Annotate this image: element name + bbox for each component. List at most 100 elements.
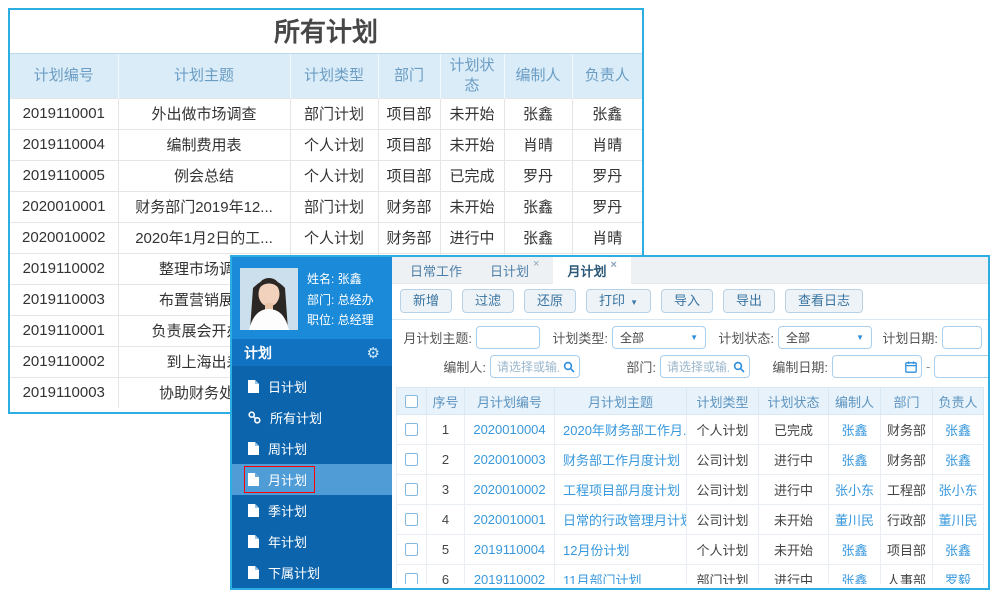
sidebar-item-all-plans[interactable]: 所有计划 [232, 402, 392, 433]
sidebar-item-daily-plan[interactable]: 日计划 [232, 371, 392, 402]
cell-owner[interactable]: 张小东 [932, 474, 984, 505]
cell-plan-status: 未开始 [439, 97, 504, 129]
tab-daily-plan[interactable]: 日计划 × [476, 257, 553, 283]
table-row[interactable]: 4 2020010001 日常的行政管理月计划 公司计划 未开始 董川民 行政部… [396, 504, 984, 535]
cell-monthly-plan-id[interactable]: 2020010003 [464, 444, 555, 475]
cell-plan-status: 已完成 [439, 159, 504, 191]
plan-date-input[interactable] [942, 326, 982, 349]
row-checkbox[interactable] [405, 423, 418, 436]
cell-monthly-plan-subject[interactable]: 11月部门计划 [554, 564, 687, 584]
row-checkbox[interactable] [405, 483, 418, 496]
sidebar-item-weekly-plan[interactable]: 周计划 [232, 433, 392, 464]
cell-monthly-plan-id[interactable]: 2019110004 [464, 534, 555, 565]
table-row[interactable]: 2019110005 例会总结 个人计划 项目部 已完成 罗丹 罗丹 [10, 159, 642, 191]
cell-owner: 肖晴 [571, 221, 642, 253]
cell-dept: 工程部 [880, 474, 933, 505]
cell-plan-status: 未开始 [439, 190, 504, 222]
col-monthly-plan-id: 月计划编号 [464, 387, 555, 415]
file-icon [248, 504, 259, 517]
cell-creator[interactable]: 张鑫 [828, 564, 881, 584]
plan-type-select[interactable]: 全部 ▼ [612, 326, 706, 349]
table-row[interactable]: 2019110001 外出做市场调查 部门计划 项目部 未开始 张鑫 张鑫 [10, 97, 642, 129]
cell-creator[interactable]: 张小东 [828, 474, 881, 505]
subject-filter-label: 月计划主题: [403, 331, 472, 346]
cell-monthly-plan-subject[interactable]: 财务部工作月度计划 [554, 444, 687, 475]
row-checkbox[interactable] [405, 543, 418, 556]
sidebar-item-quarterly-plan[interactable]: 季计划 [232, 495, 392, 526]
cell-monthly-plan-subject[interactable]: 工程项目部月度计划 [554, 474, 687, 505]
row-checkbox[interactable] [405, 513, 418, 526]
tab-daily-work[interactable]: 日常工作 [396, 257, 476, 283]
table-row[interactable]: 2 2020010003 财务部工作月度计划 公司计划 进行中 张鑫 财务部 张… [396, 444, 984, 475]
table-row[interactable]: 2020010001 财务部门2019年12... 部门计划 财务部 未开始 张… [10, 190, 642, 222]
cell-plan-status: 进行中 [758, 564, 829, 584]
cell-owner[interactable]: 董川民 [932, 504, 984, 535]
close-icon[interactable]: × [610, 259, 616, 271]
search-icon [733, 361, 745, 373]
cell-monthly-plan-id[interactable]: 2020010004 [464, 414, 555, 445]
cell-plan-subject: 2020年1月2日的工... [117, 221, 290, 253]
sidebar-item-yearly-plan[interactable]: 年计划 [232, 526, 392, 557]
sidebar-item-subordinate-plan[interactable]: 下属计划 [232, 557, 392, 588]
cell-plan-type: 公司计划 [686, 444, 759, 475]
cell-creator[interactable]: 张鑫 [828, 444, 881, 475]
file-icon [248, 380, 259, 393]
add-button[interactable]: 新增 [400, 289, 453, 313]
cell-owner: 罗丹 [571, 159, 642, 191]
cell-monthly-plan-id[interactable]: 2020010001 [464, 504, 555, 535]
export-button[interactable]: 导出 [723, 289, 776, 313]
view-log-button[interactable]: 查看日志 [785, 289, 864, 313]
cell-plan-status: 进行中 [758, 474, 829, 505]
table-row[interactable]: 6 2019110002 11月部门计划 部门计划 进行中 张鑫 人事部 罗毅 [396, 564, 984, 584]
table-row[interactable]: 2020010002 2020年1月2日的工... 个人计划 财务部 进行中 张… [10, 221, 642, 253]
cell-monthly-plan-subject[interactable]: 12月份计划 [554, 534, 687, 565]
sidebar-menu: 日计划 所有计划 周计划 月计划 季计划 年计划 下属计划 [232, 366, 392, 588]
print-button[interactable]: 打印 ▼ [586, 289, 651, 313]
cell-creator[interactable]: 董川民 [828, 504, 881, 535]
cell-owner[interactable]: 张鑫 [932, 444, 984, 475]
monthly-plan-table-wrap: 序号 月计划编号 月计划主题 计划类型 计划状态 编制人 部门 负责人 1 20… [396, 387, 984, 584]
sidebar-item-monthly-plan[interactable]: 月计划 [232, 464, 392, 495]
creator-filter-label: 编制人: [443, 360, 486, 375]
tab-monthly-plan[interactable]: 月计划 × [553, 257, 631, 284]
import-button[interactable]: 导入 [660, 289, 713, 313]
cell-plan-subject: 例会总结 [117, 159, 290, 191]
cell-owner[interactable]: 罗毅 [932, 564, 984, 584]
cell-num: 5 [426, 534, 465, 565]
table-row[interactable]: 1 2020010004 2020年财务部工作月... 个人计划 已完成 张鑫 … [396, 414, 984, 445]
row-checkbox[interactable] [405, 453, 418, 466]
cell-owner[interactable]: 张鑫 [932, 414, 984, 445]
cell-monthly-plan-id[interactable]: 2020010002 [464, 474, 555, 505]
cell-monthly-plan-subject[interactable]: 日常的行政管理月计划 [554, 504, 687, 535]
cell-plan-status: 未开始 [758, 504, 829, 535]
close-icon[interactable]: × [533, 258, 539, 270]
cell-monthly-plan-id[interactable]: 2019110002 [464, 564, 555, 584]
col-plan-type: 计划类型 [686, 387, 759, 415]
col-plan-id: 计划编号 [10, 54, 118, 98]
cell-creator[interactable]: 张鑫 [828, 414, 881, 445]
create-date-end-input[interactable] [934, 355, 988, 378]
plan-status-select[interactable]: 全部 ▼ [778, 326, 872, 349]
cell-creator[interactable]: 张鑫 [828, 534, 881, 565]
cell-plan-subject: 编制费用表 [117, 128, 290, 160]
cell-dept: 项目部 [377, 128, 440, 160]
gear-icon[interactable]: ⚙ [367, 344, 380, 362]
filter-button[interactable]: 过滤 [462, 289, 515, 313]
col-monthly-plan-subject: 月计划主题 [554, 387, 687, 415]
date-range-dash: - [926, 359, 931, 374]
table-row[interactable]: 5 2019110004 12月份计划 个人计划 未开始 张鑫 项目部 张鑫 [396, 534, 984, 565]
section-title: 计划 [244, 344, 272, 361]
caret-down-icon: ▼ [856, 333, 864, 342]
select-all-checkbox[interactable] [405, 394, 418, 408]
table-row[interactable]: 3 2020010002 工程项目部月度计划 公司计划 进行中 张小东 工程部 … [396, 474, 984, 505]
table-row[interactable]: 2019110004 编制费用表 个人计划 项目部 未开始 肖晴 肖晴 [10, 128, 642, 160]
cell-num: 3 [426, 474, 465, 505]
cell-plan-status: 已完成 [758, 414, 829, 445]
subject-filter-input[interactable] [476, 326, 540, 349]
cell-monthly-plan-subject[interactable]: 2020年财务部工作月... [554, 414, 687, 445]
reset-button[interactable]: 还原 [524, 289, 577, 313]
cell-owner[interactable]: 张鑫 [932, 534, 984, 565]
row-checkbox[interactable] [405, 573, 418, 584]
cell-plan-id: 2020010002 [10, 221, 118, 253]
file-icon [248, 473, 259, 486]
